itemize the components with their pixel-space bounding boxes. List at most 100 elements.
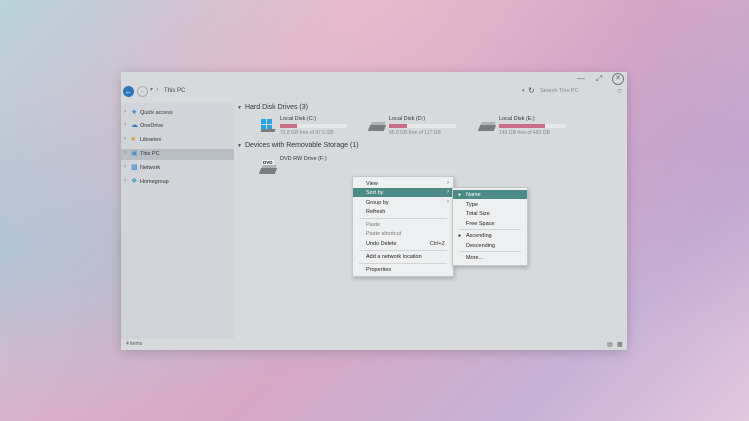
large-icons-view-icon[interactable]: ▩ xyxy=(617,341,623,348)
menu-item-undo-delete[interactable]: Undo Delete Ctrl+Z xyxy=(353,239,453,248)
drive-free-space: 72.8 GB free of 97.6 GB xyxy=(280,130,334,136)
menu-item-label: More... xyxy=(466,255,484,261)
menu-item-label: Free Space xyxy=(466,221,495,227)
sidebar-item-homegroup[interactable]: › ❖ Homegroup xyxy=(121,177,234,188)
menu-item-label: Undo Delete xyxy=(366,241,397,247)
drive-name: Local Disk (E:) xyxy=(499,116,535,122)
group-header-label: Devices with Removable Storage (1) xyxy=(244,142,359,149)
expand-chevron-icon[interactable]: › xyxy=(124,164,126,170)
recent-locations-chevron-icon[interactable]: ▾ xyxy=(150,86,153,93)
expand-chevron-icon[interactable]: › xyxy=(124,122,126,128)
sidebar-item-label: Homegroup xyxy=(140,179,169,185)
maximize-icon[interactable]: ⤢ xyxy=(593,74,605,84)
submenu-arrow-icon: › xyxy=(447,180,449,186)
sidebar-item-network[interactable]: › ▩ Network xyxy=(121,163,234,174)
group-header-hard-disk-drives[interactable]: ▼ Hard Disk Drives (3) xyxy=(237,104,308,111)
group-header-removable-storage[interactable]: ▼ Devices with Removable Storage (1) xyxy=(237,142,359,149)
selected-dot-icon: ● xyxy=(458,233,462,239)
title-bar: — ⤢ ✕ xyxy=(121,72,627,85)
menu-item-group-by[interactable]: Group by › xyxy=(353,198,453,207)
menu-item-label: View xyxy=(366,181,378,187)
forward-arrow-icon[interactable]: → xyxy=(137,86,148,97)
menu-item-label: Paste xyxy=(366,222,381,228)
sidebar-item-label: Network xyxy=(140,165,161,171)
menu-item-label: Total Size xyxy=(466,211,490,217)
menu-item-paste-shortcut[interactable]: Paste shortcut xyxy=(353,229,453,238)
drive-name: Local Disk (D:) xyxy=(389,116,426,122)
path-chevron-icon[interactable]: › xyxy=(156,86,158,93)
search-icon[interactable]: ○ xyxy=(617,86,622,95)
drive-item-d[interactable]: Local Disk (D:) 85.0 GB free of 117 GB xyxy=(367,116,478,144)
sort-option-ascending[interactable]: ● Ascending xyxy=(453,231,527,240)
details-view-icon[interactable]: ▤ xyxy=(607,341,613,348)
search-input[interactable]: Search This PC xyxy=(540,88,578,94)
menu-item-label: Refresh xyxy=(366,209,386,215)
menu-separator xyxy=(359,218,447,219)
dvd-drive-icon: DVD xyxy=(258,159,278,174)
drive-free-space: 85.0 GB free of 117 GB xyxy=(389,130,441,136)
expand-chevron-icon[interactable]: › xyxy=(124,150,126,156)
hard-drive-icon xyxy=(367,119,387,132)
homegroup-icon: ❖ xyxy=(131,178,138,185)
menu-item-add-network-location[interactable]: Add a network location xyxy=(353,252,453,261)
expand-chevron-icon[interactable]: › xyxy=(124,109,126,115)
collapse-caret-icon[interactable]: ▼ xyxy=(237,143,242,149)
folder-icon: ■ xyxy=(131,136,136,143)
sort-option-type[interactable]: Type xyxy=(453,200,527,209)
refresh-icon[interactable]: ↻ xyxy=(528,86,535,95)
menu-shortcut: Ctrl+Z xyxy=(429,241,445,247)
drive-name: DVD RW Drive (F:) xyxy=(280,156,327,162)
sort-option-free-space[interactable]: Free Space xyxy=(453,219,527,228)
expand-chevron-icon[interactable]: › xyxy=(124,178,126,184)
menu-item-label: Sort by xyxy=(366,190,384,196)
close-icon[interactable]: ✕ xyxy=(612,73,624,85)
expand-chevron-icon[interactable]: › xyxy=(124,136,126,142)
minimize-icon[interactable]: — xyxy=(575,74,587,84)
sidebar-item-libraries[interactable]: › ■ Libraries xyxy=(121,135,234,146)
drive-item-e[interactable]: Local Disk (E:) 149 GB free of 483 GB xyxy=(477,116,588,144)
hard-drive-icon xyxy=(477,119,497,132)
collapse-caret-icon[interactable]: ▼ xyxy=(237,105,242,111)
menu-item-view[interactable]: View › xyxy=(353,179,453,188)
status-bar: 4 items ▤ ▩ xyxy=(121,339,627,350)
drive-usage-bar xyxy=(499,124,566,128)
context-menu: View › Sort by › Group by › Refresh Past… xyxy=(352,176,454,277)
menu-item-label: Paste shortcut xyxy=(366,231,402,237)
sort-option-more[interactable]: More... xyxy=(453,253,527,262)
address-path[interactable]: This PC xyxy=(164,88,185,94)
back-arrow-icon[interactable]: ← xyxy=(123,86,134,97)
menu-item-label: Group by xyxy=(366,200,389,206)
drive-item-c[interactable]: Local Disk (C:) 72.8 GB free of 97.6 GB xyxy=(259,116,369,144)
sidebar-item-this-pc[interactable]: › ▣ This PC xyxy=(121,149,234,160)
drive-usage-bar xyxy=(280,124,347,128)
sort-by-submenu: ● Name Type Total Size Free Space ● Asce… xyxy=(452,187,528,266)
sidebar-item-label: This PC xyxy=(140,151,160,157)
submenu-arrow-icon: › xyxy=(447,189,449,195)
computer-icon: ▣ xyxy=(131,150,138,157)
drive-name: Local Disk (C:) xyxy=(280,116,317,122)
windows-drive-icon xyxy=(259,119,277,132)
sidebar-item-label: OneDrive xyxy=(140,123,164,129)
cloud-icon: ☁ xyxy=(131,122,138,129)
sort-option-descending[interactable]: Descending xyxy=(453,241,527,250)
menu-item-paste[interactable]: Paste xyxy=(353,220,453,229)
menu-item-label: Name xyxy=(466,192,481,198)
menu-separator xyxy=(359,263,447,264)
sort-option-total-size[interactable]: Total Size xyxy=(453,209,527,218)
menu-item-sort-by[interactable]: Sort by › xyxy=(353,188,453,197)
address-dropdown-icon[interactable]: ▾ xyxy=(522,88,525,94)
star-icon: ★ xyxy=(131,109,138,116)
item-count: 4 items xyxy=(126,341,143,347)
sidebar-item-onedrive[interactable]: › ☁ OneDrive xyxy=(121,121,234,132)
sidebar-item-quick-access[interactable]: › ★ Quick access xyxy=(121,108,234,119)
dvd-badge: DVD xyxy=(262,160,274,165)
selected-dot-icon: ● xyxy=(458,192,462,198)
menu-separator xyxy=(359,250,447,251)
sort-option-name[interactable]: ● Name xyxy=(453,190,527,199)
menu-item-label: Descending xyxy=(466,243,496,249)
navigation-pane: › ★ Quick access › ☁ OneDrive › ■ Librar… xyxy=(121,103,234,339)
menu-item-properties[interactable]: Properties xyxy=(353,265,453,274)
menu-item-refresh[interactable]: Refresh xyxy=(353,207,453,216)
menu-item-label: Add a network location xyxy=(366,254,422,260)
menu-separator xyxy=(459,229,521,230)
